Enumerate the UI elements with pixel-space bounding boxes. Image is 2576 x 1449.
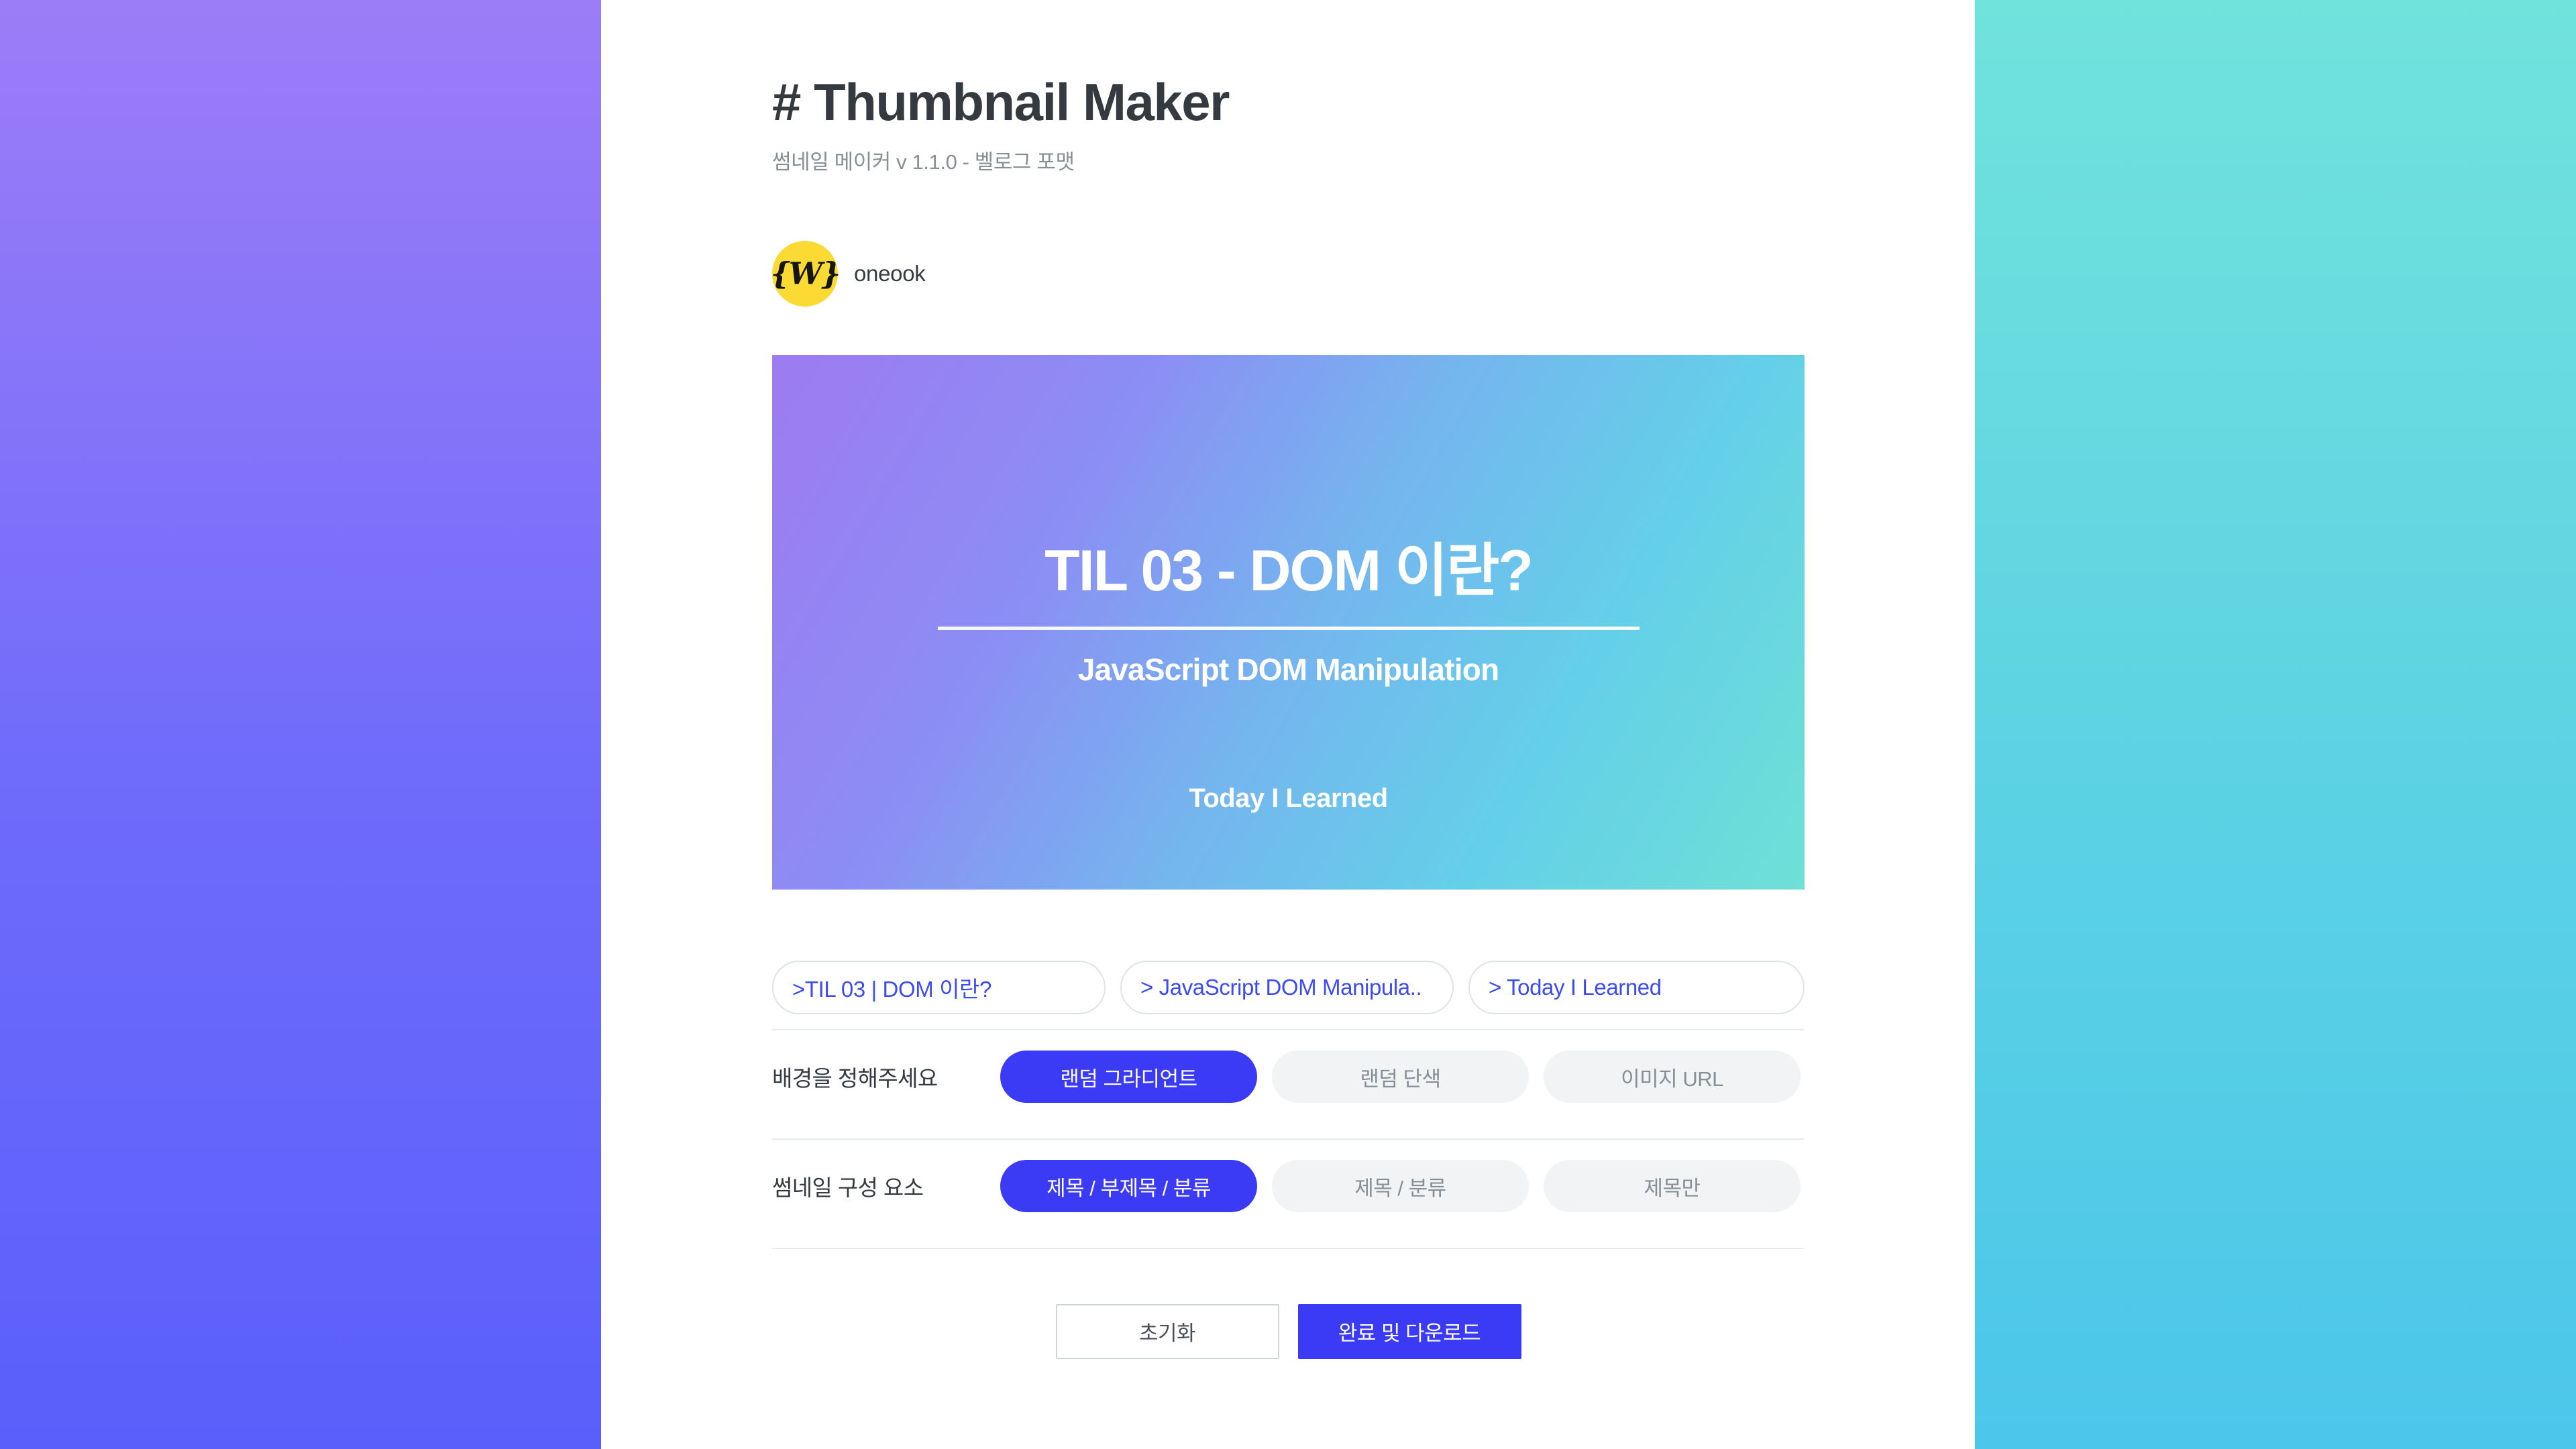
text-inputs-row: [772, 960, 1805, 1014]
divider-bottom: [772, 1247, 1805, 1249]
velog-logo-icon: {W}: [770, 256, 841, 292]
component-option-title-category[interactable]: 제목 / 분류: [1272, 1160, 1529, 1213]
option-buttons-components: 제목 / 부제목 / 분류 제목 / 분류 제목만: [1000, 1160, 1801, 1213]
main-content-sheet: # Thumbnail Maker 썸네일 메이커 v 1.1.0 - 벨로그 …: [601, 0, 1975, 1449]
option-row-components: 썸네일 구성 요소 제목 / 부제목 / 분류 제목 / 분류 제목만: [772, 1140, 1805, 1233]
option-label-background: 배경을 정해주세요: [772, 1066, 938, 1091]
page-subtitle: 썸네일 메이커 v 1.1.0 - 벨로그 포맷: [772, 150, 1075, 174]
page-title: # Thumbnail Maker: [772, 72, 1230, 131]
component-option-title-only[interactable]: 제목만: [1544, 1160, 1801, 1213]
component-option-title-subtitle-category[interactable]: 제목 / 부제목 / 분류: [1000, 1160, 1257, 1213]
option-label-components: 썸네일 구성 요소: [772, 1175, 924, 1201]
option-buttons-background: 랜덤 그라디언트 랜덤 단색 이미지 URL: [1000, 1051, 1801, 1104]
action-buttons: 초기화 완료 및 다운로드: [772, 1303, 1805, 1359]
author-name: oneook: [854, 260, 926, 286]
download-button[interactable]: 완료 및 다운로드: [1297, 1303, 1521, 1359]
reset-button[interactable]: 초기화: [1055, 1303, 1279, 1359]
preview-divider-rule: [937, 626, 1640, 630]
title-input[interactable]: [772, 960, 1106, 1014]
subtitle-input[interactable]: [1120, 960, 1454, 1014]
avatar: {W}: [770, 240, 841, 307]
bg-option-random-gradient[interactable]: 랜덤 그라디언트: [1000, 1051, 1257, 1104]
author-block: {W} oneook: [770, 240, 1805, 307]
bg-option-random-solid[interactable]: 랜덤 단색: [1272, 1051, 1529, 1104]
category-input[interactable]: [1468, 960, 1805, 1014]
option-row-background: 배경을 정해주세요 랜덤 그라디언트 랜덤 단색 이미지 URL: [772, 1030, 1805, 1124]
bg-option-image-url[interactable]: 이미지 URL: [1544, 1051, 1801, 1104]
preview-title: TIL 03 - DOM 이란?: [1044, 538, 1534, 603]
preview-subtitle: JavaScript DOM Manipulation: [1077, 651, 1499, 687]
preview-category: Today I Learned: [1189, 783, 1388, 813]
thumbnail-preview: TIL 03 - DOM 이란? JavaScript DOM Manipula…: [772, 354, 1805, 890]
